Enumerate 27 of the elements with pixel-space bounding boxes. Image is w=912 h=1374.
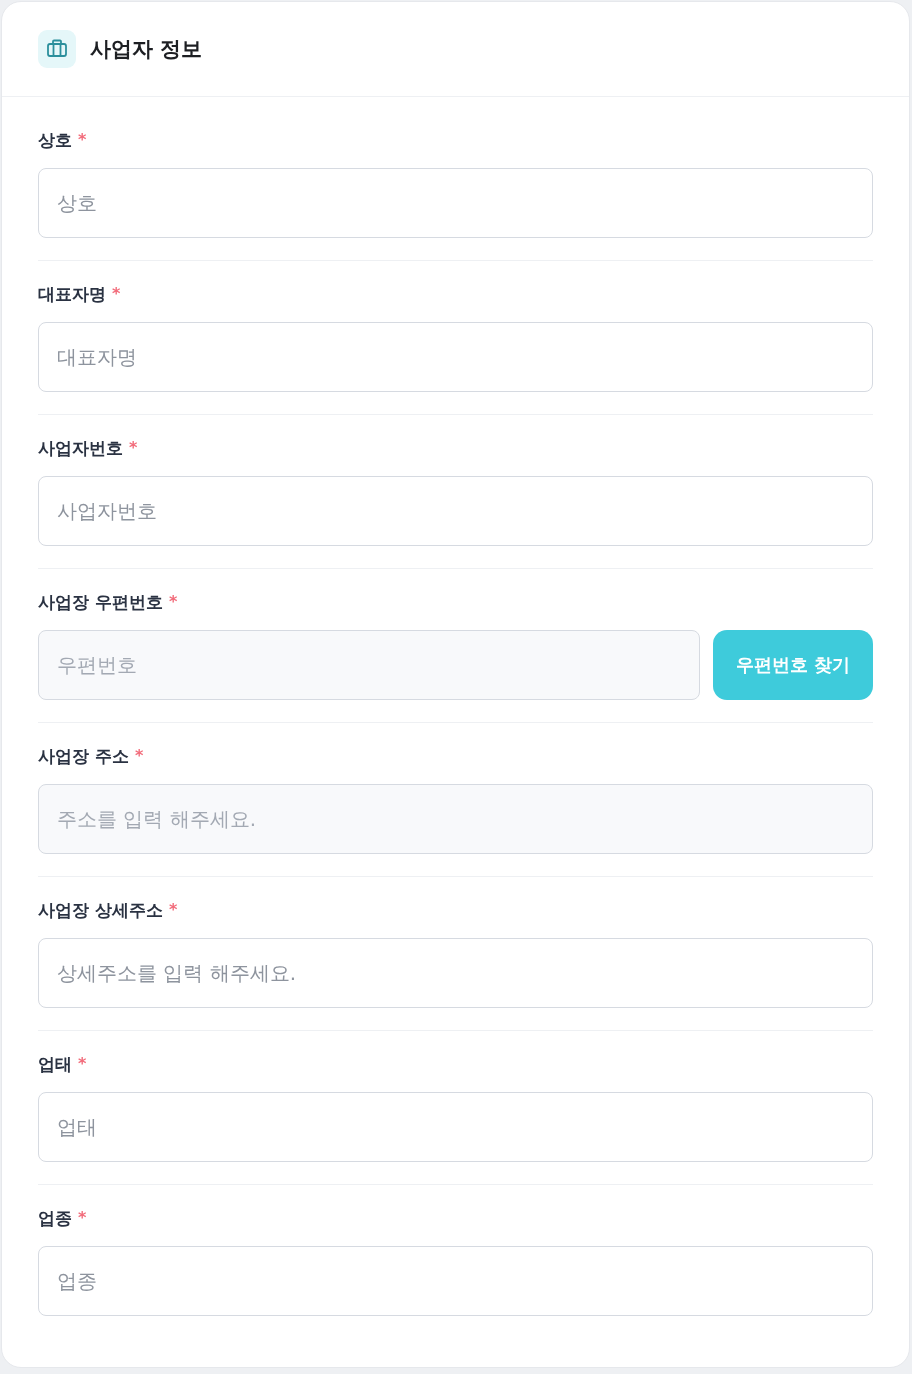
- field-label: 사업장 우편번호: [38, 590, 163, 614]
- zipcode-search-button[interactable]: 우편번호 찾기: [713, 630, 873, 700]
- card-title: 사업자 정보: [90, 36, 203, 63]
- required-mark: *: [168, 594, 178, 610]
- field-label: 사업장 주소: [38, 744, 129, 768]
- input-field[interactable]: 업태: [38, 1092, 873, 1162]
- input-field[interactable]: 우편번호: [38, 630, 700, 700]
- required-mark: *: [168, 902, 178, 918]
- field-label: 대표자명: [38, 282, 106, 306]
- input-field[interactable]: 업종: [38, 1246, 873, 1316]
- input-field[interactable]: 상호: [38, 168, 873, 238]
- briefcase-icon: [38, 30, 76, 68]
- input-field[interactable]: 주소를 입력 해주세요.: [38, 784, 873, 854]
- required-mark: *: [129, 440, 138, 456]
- field-label: 사업장 상세주소: [38, 898, 163, 922]
- required-mark: *: [112, 286, 121, 302]
- field-label: 업태: [38, 1052, 72, 1076]
- input-field[interactable]: 대표자명: [38, 322, 873, 392]
- field-label: 사업자번호: [38, 436, 123, 460]
- field-label: 업종: [38, 1206, 72, 1230]
- input-field[interactable]: 상세주소를 입력 해주세요.: [38, 938, 873, 1008]
- field-label: 상호: [38, 128, 72, 152]
- input-field[interactable]: 사업자번호: [38, 476, 873, 546]
- required-mark: *: [134, 748, 144, 764]
- required-mark: *: [78, 132, 87, 148]
- required-mark: *: [78, 1210, 87, 1226]
- required-mark: *: [78, 1056, 87, 1072]
